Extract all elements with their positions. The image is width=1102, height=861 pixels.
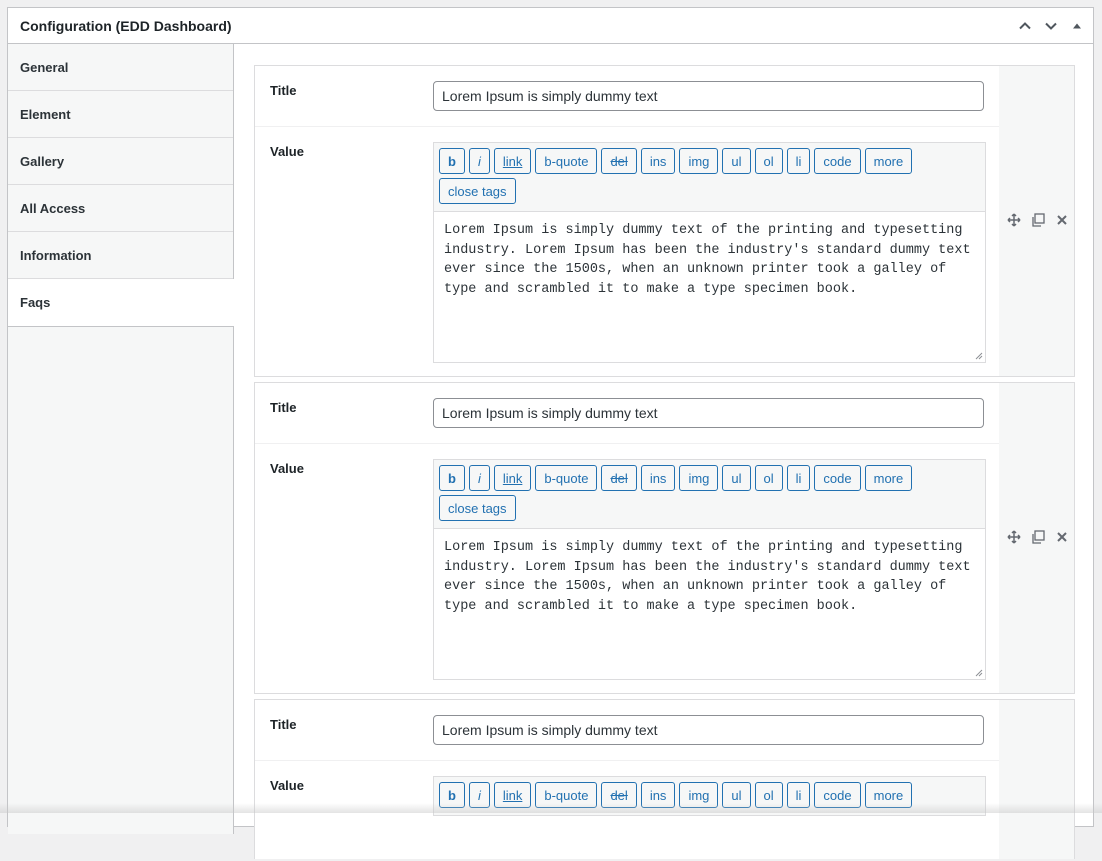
close-tags-button[interactable]: close tags [439,495,516,521]
faq-row: Title Lorem Ipsum is simply dummy text V… [254,699,1075,859]
title-label: Title [270,83,297,98]
close-icon[interactable] [1055,530,1069,544]
sidebar: General Element Gallery All Access Infor… [8,44,234,834]
ins-button[interactable]: ins [641,148,676,174]
italic-button[interactable]: i [469,465,490,491]
title-field: Title Lorem Ipsum is simply dummy text [255,700,1000,761]
title-input[interactable]: Lorem Ipsum is simply dummy text [433,398,984,428]
title-input[interactable]: Lorem Ipsum is simply dummy text [433,81,984,111]
ul-button[interactable]: ul [722,465,750,491]
row-actions [1007,213,1069,227]
tab-element[interactable]: Element [8,91,233,138]
title-field: Title Lorem Ipsum is simply dummy text [255,383,1000,444]
tab-gallery[interactable]: Gallery [8,138,233,185]
title-input[interactable]: Lorem Ipsum is simply dummy text [433,715,984,745]
link-button[interactable]: link [494,465,532,491]
ins-button[interactable]: ins [641,465,676,491]
more-button[interactable]: more [865,148,913,174]
resize-handle[interactable] [975,352,983,360]
quicktags-editor: b i link b-quote del ins img ul ol li co… [433,459,986,680]
li-button[interactable]: li [787,148,811,174]
quicktags-editor: b i link b-quote del ins img ul ol li co… [433,142,986,363]
more-button[interactable]: more [865,465,913,491]
row-actions-panel [999,65,1075,377]
triangle-up-icon[interactable] [1067,16,1087,36]
italic-button[interactable]: i [469,148,490,174]
bold-button[interactable]: b [439,148,465,174]
row-actions-panel [999,699,1075,859]
panel-title: Configuration (EDD Dashboard) [20,18,232,34]
value-field: Value b i link b-quote del ins img ul ol [255,444,1000,693]
close-tags-button[interactable]: close tags [439,178,516,204]
header-controls [1015,8,1087,44]
close-icon[interactable] [1055,213,1069,227]
chevron-up-icon[interactable] [1015,16,1035,36]
duplicate-icon[interactable] [1031,530,1045,544]
blockquote-button[interactable]: b-quote [535,148,597,174]
panel-header: Configuration (EDD Dashboard) [8,8,1093,44]
value-label: Value [270,144,304,159]
img-button[interactable]: img [679,148,718,174]
scroll-fade [0,803,1102,813]
main-content: Title Lorem Ipsum is simply dummy text V… [234,44,1093,826]
li-button[interactable]: li [787,465,811,491]
title-field: Title Lorem Ipsum is simply dummy text [255,66,1000,127]
bold-button[interactable]: b [439,465,465,491]
config-panel: Configuration (EDD Dashboard) General El… [7,7,1094,827]
faq-row: Title Lorem Ipsum is simply dummy text V… [254,65,1075,377]
title-label: Title [270,717,297,732]
tab-faqs[interactable]: Faqs [8,279,235,327]
link-button[interactable]: link [494,148,532,174]
row-actions [1007,530,1069,544]
ol-button[interactable]: ol [755,148,783,174]
ul-button[interactable]: ul [722,148,750,174]
ol-button[interactable]: ol [755,465,783,491]
tab-information[interactable]: Information [8,232,233,279]
code-button[interactable]: code [814,148,860,174]
move-icon[interactable] [1007,213,1021,227]
value-textarea[interactable]: Lorem Ipsum is simply dummy text of the … [434,211,985,362]
move-icon[interactable] [1007,530,1021,544]
editor-toolbar: b i link b-quote del ins img ul ol li co… [434,460,985,528]
editor-toolbar: b i link b-quote del ins img ul ol li co… [434,143,985,211]
value-field: Value b i link b-quote del ins img ul ol [255,127,1000,376]
faq-row: Title Lorem Ipsum is simply dummy text V… [254,382,1075,694]
img-button[interactable]: img [679,465,718,491]
blockquote-button[interactable]: b-quote [535,465,597,491]
title-label: Title [270,400,297,415]
del-button[interactable]: del [601,465,636,491]
code-button[interactable]: code [814,465,860,491]
tab-general[interactable]: General [8,44,233,91]
duplicate-icon[interactable] [1031,213,1045,227]
resize-handle[interactable] [975,669,983,677]
value-label: Value [270,778,304,793]
value-textarea[interactable]: Lorem Ipsum is simply dummy text of the … [434,528,985,679]
value-label: Value [270,461,304,476]
row-actions-panel [999,382,1075,694]
chevron-down-icon[interactable] [1041,16,1061,36]
del-button[interactable]: del [601,148,636,174]
tab-all-access[interactable]: All Access [8,185,233,232]
